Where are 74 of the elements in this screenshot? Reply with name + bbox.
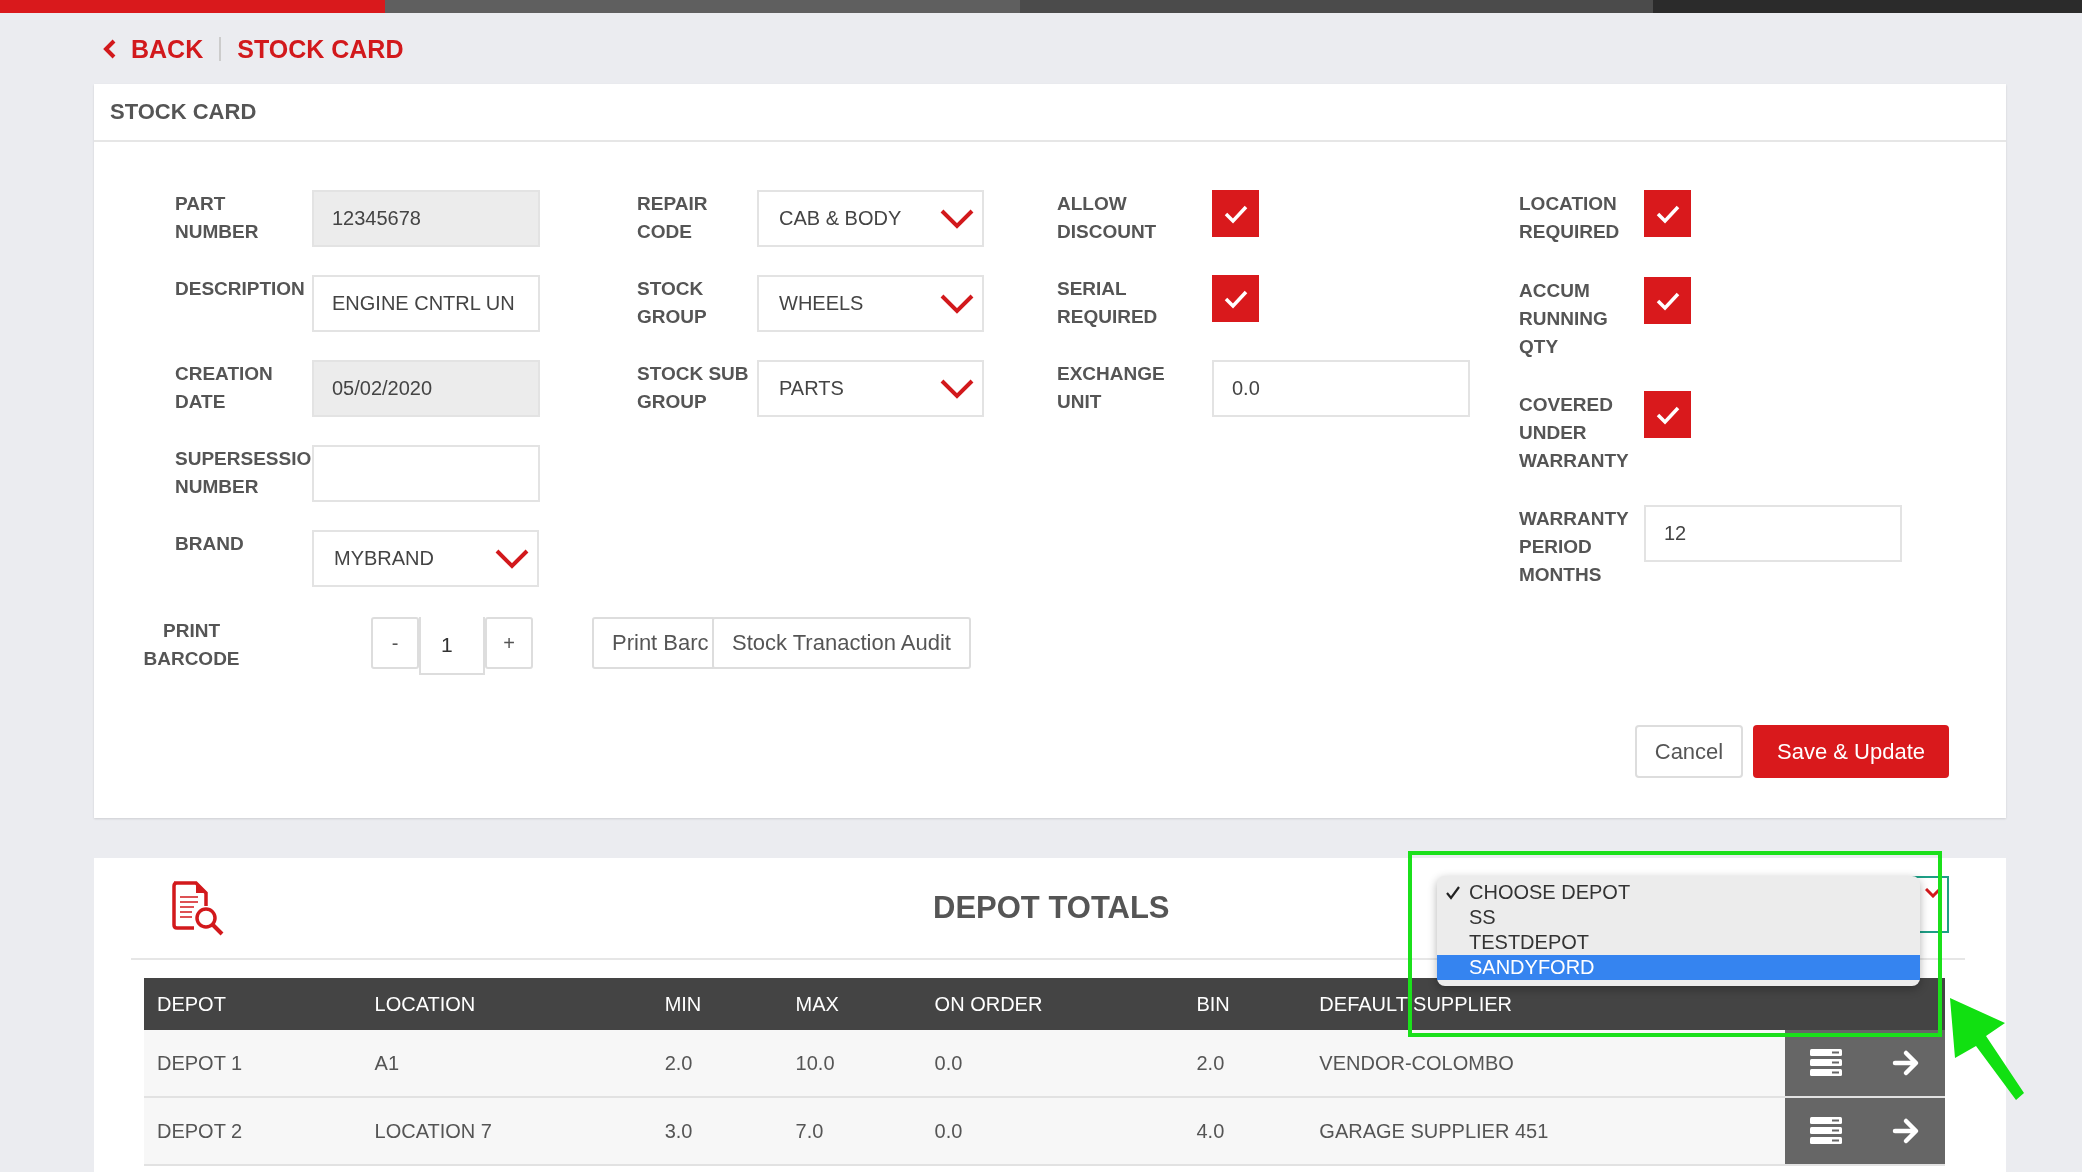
dropdown-option[interactable]: SS <box>1437 905 1920 930</box>
save-button[interactable]: Save & Update <box>1753 725 1949 778</box>
table-cell: 2.0 <box>651 1030 783 1097</box>
field-label: ACCUM RUNNING QTY <box>1519 279 1609 359</box>
field-label: ALLOW DISCOUNT <box>1057 192 1158 244</box>
table-cell: LOCATION 7 <box>361 1097 652 1165</box>
back-link[interactable]: BACK <box>103 34 204 64</box>
column-header: ON ORDER <box>921 978 1184 1030</box>
dropdown-option[interactable]: TESTDEPOT <box>1437 930 1920 955</box>
field-label: STOCK SUB GROUP <box>637 362 750 414</box>
dropdown[interactable]: CAB & BODY <box>757 190 984 247</box>
column-header: BIN <box>1183 978 1307 1030</box>
chevron-down-icon <box>495 548 529 569</box>
cancel-button[interactable]: Cancel <box>1635 725 1743 778</box>
table-cell: GARAGE SUPPLIER 451 <box>1306 1097 1785 1165</box>
action-button[interactable]: Stock Tranaction Audit <box>712 617 971 669</box>
breadcrumb-current: STOCK CARD <box>237 34 404 64</box>
table-cell: DEPOT 1 <box>144 1030 362 1097</box>
quantity-field[interactable]: 1 <box>419 617 485 675</box>
list-icon[interactable] <box>1809 1049 1842 1077</box>
field-label: EXCHANGE UNIT <box>1057 362 1166 414</box>
text-field[interactable] <box>312 445 540 502</box>
table-cell: 2.0 <box>1183 1030 1307 1097</box>
checkbox[interactable] <box>1644 391 1691 438</box>
arrow-right-icon[interactable] <box>1891 1049 1920 1077</box>
decrement-button[interactable]: - <box>371 617 419 669</box>
dropdown[interactable]: MYBRAND <box>312 530 539 587</box>
text-field[interactable]: 12 <box>1644 505 1902 562</box>
field-label: REPAIR CODE <box>637 192 709 244</box>
chevron-down-icon <box>940 378 974 399</box>
table-cell: VENDOR-COLOMBO <box>1306 1030 1785 1097</box>
table-cell: 7.0 <box>782 1097 922 1165</box>
field-label: BRAND <box>175 532 245 556</box>
chevron-down-icon <box>940 208 974 229</box>
column-header: MIN <box>651 978 783 1030</box>
table-cell: 10.0 <box>782 1030 922 1097</box>
field-label: PART NUMBER <box>175 192 260 244</box>
checkbox[interactable] <box>1644 190 1691 237</box>
chevron-down-icon <box>940 293 974 314</box>
table-cell: 4.0 <box>1183 1097 1307 1165</box>
table-cell: 0.0 <box>921 1030 1184 1097</box>
field-label: SUPERSESSIO NUMBER <box>175 447 312 499</box>
arrow-right-icon[interactable] <box>1891 1117 1920 1145</box>
field-label: DESCRIPTION <box>175 277 306 301</box>
text-field[interactable]: 0.0 <box>1212 360 1470 417</box>
field-label: COVERED UNDER WARRANTY <box>1519 393 1630 473</box>
card-title: STOCK CARD <box>110 99 257 125</box>
list-icon[interactable] <box>1809 1117 1842 1145</box>
field-label: CREATION DATE <box>175 362 274 414</box>
table-cell: 3.0 <box>651 1097 783 1165</box>
increment-button[interactable]: + <box>485 617 533 669</box>
field-label: WARRANTY PERIOD MONTHS <box>1519 507 1630 587</box>
dropdown[interactable]: PARTS <box>757 360 984 417</box>
checkbox[interactable] <box>1212 275 1259 322</box>
checkbox[interactable] <box>1644 277 1691 324</box>
field-label: PRINT BARCODE <box>143 619 240 671</box>
checkbox[interactable] <box>1212 190 1259 237</box>
field-label: SERIAL REQUIRED <box>1057 277 1159 329</box>
field-label: STOCK GROUP <box>637 277 708 329</box>
document-search-icon <box>170 880 226 936</box>
section-title: DEPOT TOTALS <box>933 890 1170 926</box>
column-header: DEPOT <box>144 978 362 1030</box>
dropdown-option[interactable]: SANDYFORD <box>1437 955 1920 980</box>
table-cell: 0.0 <box>921 1097 1184 1165</box>
table-cell: A1 <box>361 1030 652 1097</box>
table-cell: DEPOT 2 <box>144 1097 362 1165</box>
column-header: LOCATION <box>361 978 652 1030</box>
field-label: LOCATION REQUIRED <box>1519 192 1621 244</box>
dropdown[interactable]: WHEELS <box>757 275 984 332</box>
chevron-left-icon <box>103 39 117 59</box>
dropdown-option[interactable]: CHOOSE DEPOT <box>1437 880 1920 905</box>
text-field[interactable]: ENGINE CNTRL UN <box>312 275 540 332</box>
column-header: MAX <box>782 978 922 1030</box>
chevron-down-icon <box>1925 888 1941 898</box>
